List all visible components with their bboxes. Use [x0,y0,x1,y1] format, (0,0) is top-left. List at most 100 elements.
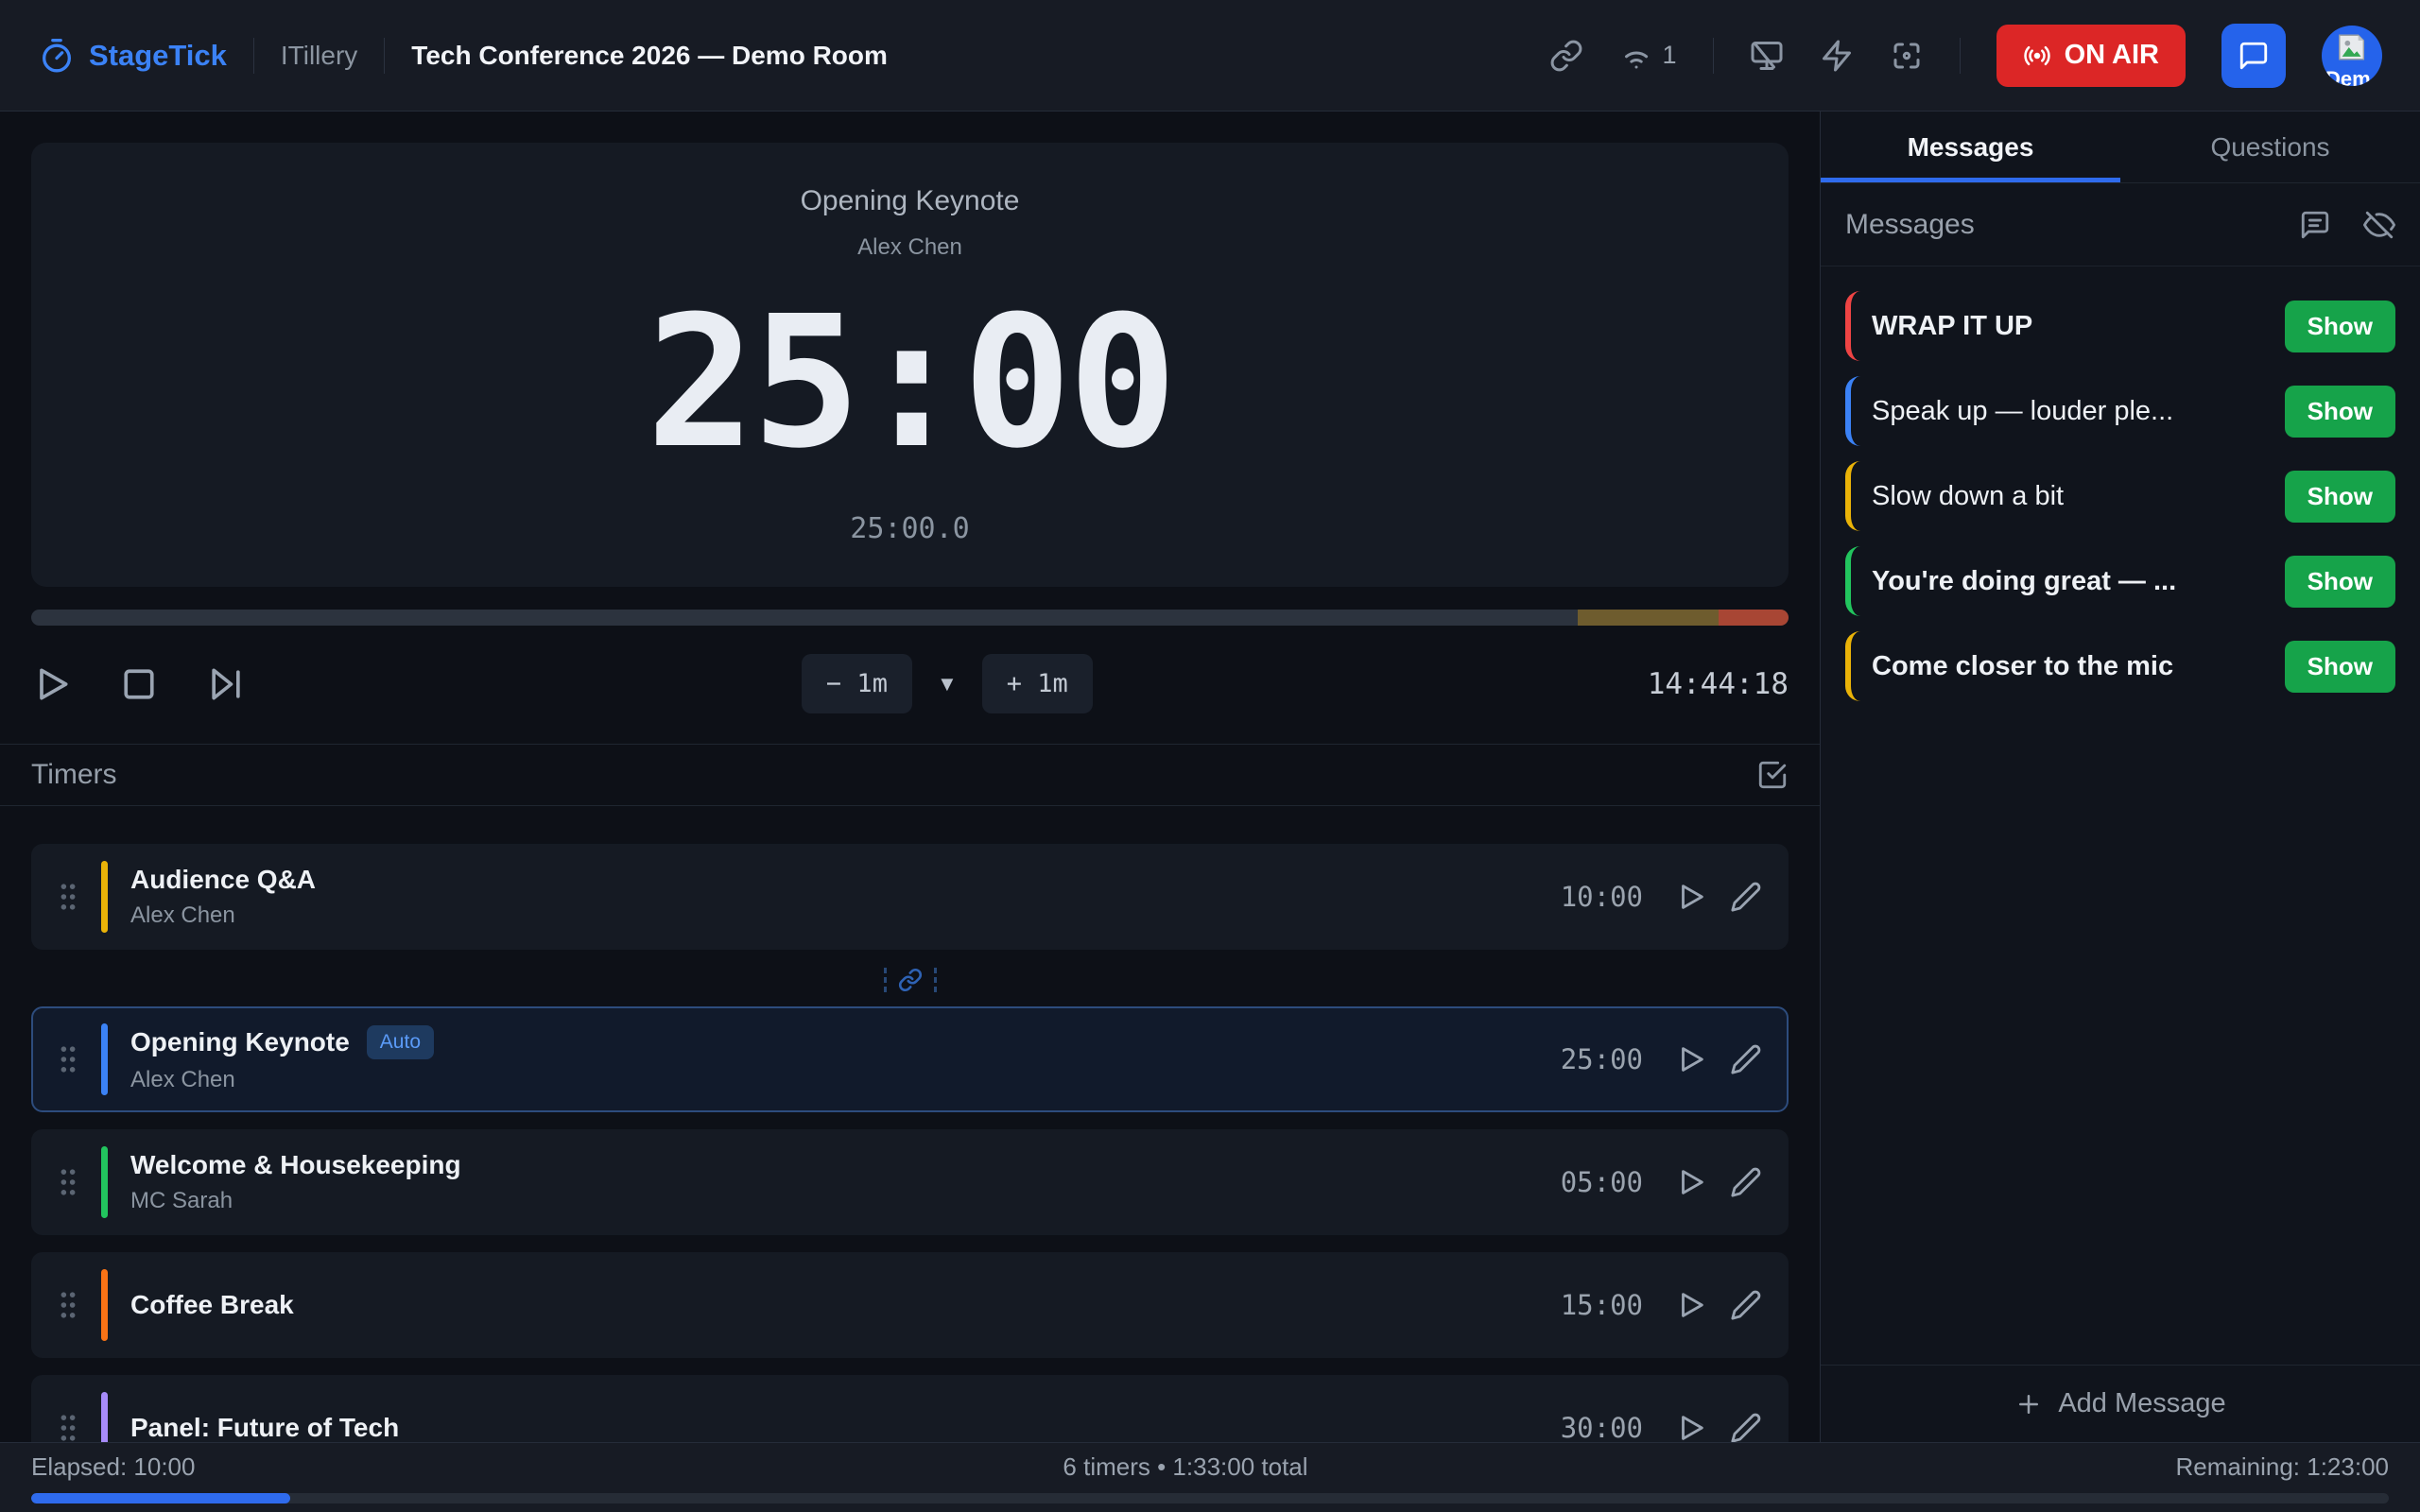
timer-play-button[interactable] [1675,1166,1707,1198]
chat-button[interactable] [2221,24,2286,88]
timer-list: Audience Q&A Alex Chen 10:00 Op [0,806,1820,1442]
message-list: WRAP IT UP Show Speak up — louder ple...… [1821,266,2420,716]
show-message-button[interactable]: Show [2285,641,2395,693]
app-name: StageTick [89,39,227,73]
add-message-label: Add Message [2058,1388,2225,1419]
timer-play-button[interactable] [1675,1043,1707,1075]
timer-info: Welcome & Housekeeping MC Sarah [130,1150,1538,1214]
tab-messages[interactable]: Messages [1821,112,2120,182]
timer-progress-bar [31,610,1789,626]
message-note-icon[interactable] [2299,209,2331,241]
timer-play-button[interactable] [1675,1289,1707,1321]
timer-edit-button[interactable] [1730,1166,1762,1198]
show-message-button[interactable]: Show [2285,301,2395,352]
chevron-down-icon[interactable]: ▼ [937,672,958,696]
transport-controls: − 1m ▼ + 1m 14:44:18 [31,654,1789,713]
broken-image-icon [2337,33,2369,61]
timer-color-bar [101,1392,108,1442]
drag-handle-icon[interactable] [58,881,78,913]
room-title: Tech Conference 2026 — Demo Room [411,41,888,71]
play-icon [1675,881,1707,913]
timer-duration: 25:00 [1561,1043,1643,1075]
timer-duration: 30:00 [1561,1412,1643,1442]
timer-info: Panel: Future of Tech [130,1413,1538,1442]
plus-1m-button[interactable]: + 1m [982,654,1093,713]
avatar[interactable]: Dem [2322,26,2382,86]
messages-sidebar: Messages Questions Messages [1820,112,2420,1442]
timer-speaker: Alex Chen [130,902,1538,929]
play-button[interactable] [31,663,73,705]
pencil-icon [1730,1043,1762,1075]
select-timers-icon[interactable] [1756,759,1789,791]
message-item: Slow down a bit Show [1845,461,2395,531]
timer-edit-button[interactable] [1730,881,1762,913]
brand: StageTick [38,37,227,75]
active-timer-countdown: 25:00 [647,293,1174,474]
connection-status[interactable]: 1 [1619,39,1677,73]
timer-play-button[interactable] [1675,881,1707,913]
tab-questions[interactable]: Questions [2120,112,2420,182]
timer-info: Opening Keynote Auto Alex Chen [130,1025,1538,1093]
stop-button[interactable] [118,663,160,705]
chat-icon [2238,40,2270,72]
top-bar: StageTick ITillery Tech Conference 2026 … [0,0,2420,112]
timer-link-indicator[interactable] [31,961,1789,999]
chain-link-icon [898,968,923,992]
skip-next-button[interactable] [205,663,247,705]
timer-color-bar [101,1269,108,1341]
on-air-button[interactable]: ON AIR [1996,25,2186,87]
message-item: WRAP IT UP Show [1845,291,2395,361]
message-item: You're doing great — ... Show [1845,546,2395,616]
timer-duration: 05:00 [1561,1166,1643,1198]
timer-title: Audience Q&A [130,865,316,895]
show-message-button[interactable]: Show [2285,556,2395,608]
remaining-label: Remaining: 1:23:00 [2176,1452,2389,1482]
bolt-icon[interactable] [1820,39,1854,73]
focus-icon[interactable] [1890,39,1924,73]
drag-handle-icon[interactable] [58,1289,78,1321]
elapsed-label: Elapsed: 10:00 [31,1452,195,1482]
stopwatch-logo-icon [38,37,76,75]
message-text: Speak up — louder ple... [1872,396,2270,427]
drag-handle-icon[interactable] [58,1412,78,1442]
timer-speaker: MC Sarah [130,1188,1538,1214]
timer-row[interactable]: Opening Keynote Auto Alex Chen 25:00 [31,1006,1789,1112]
pencil-icon [1730,1166,1762,1198]
display-off-icon[interactable] [1750,39,1784,73]
messages-panel-title: Messages [1845,209,2299,241]
timer-edit-button[interactable] [1730,1289,1762,1321]
active-tab-underline [1821,178,2120,182]
show-message-button[interactable]: Show [2285,386,2395,438]
active-timer-card: Opening Keynote Alex Chen 25:00 25:00.0 [31,143,1789,587]
play-icon [1675,1166,1707,1198]
play-icon [1675,1289,1707,1321]
timer-title: Coffee Break [130,1290,294,1320]
top-icon-group: 1 ON AIR [1549,24,2382,88]
drag-handle-icon[interactable] [58,1166,78,1198]
timer-title: Opening Keynote [130,1027,350,1057]
play-icon [1675,1412,1707,1442]
drag-handle-icon[interactable] [58,1043,78,1075]
timer-row[interactable]: Coffee Break 15:00 [31,1252,1789,1358]
danger-zone [1719,610,1789,626]
footer-bar: Elapsed: 10:00 6 timers • 1:33:00 total … [0,1442,2420,1512]
wifi-count: 1 [1663,41,1677,70]
timer-row[interactable]: Panel: Future of Tech 30:00 [31,1375,1789,1442]
broadcast-icon [2023,42,2051,70]
timer-row[interactable]: Audience Q&A Alex Chen 10:00 [31,844,1789,950]
timer-edit-button[interactable] [1730,1412,1762,1442]
timer-title: Welcome & Housekeeping [130,1150,461,1180]
timer-row[interactable]: Welcome & Housekeeping MC Sarah 05:00 [31,1129,1789,1235]
main-column: Opening Keynote Alex Chen 25:00 25:00.0 [0,112,1820,1442]
eye-off-icon[interactable] [2363,209,2395,241]
message-text: WRAP IT UP [1872,311,2270,342]
timer-edit-button[interactable] [1730,1043,1762,1075]
timer-play-button[interactable] [1675,1412,1707,1442]
link-icon[interactable] [1549,39,1583,73]
minus-1m-button[interactable]: − 1m [802,654,912,713]
pencil-icon [1730,1412,1762,1442]
message-text: Slow down a bit [1872,481,2270,512]
show-message-button[interactable]: Show [2285,471,2395,523]
timer-title: Panel: Future of Tech [130,1413,399,1442]
add-message-button[interactable]: Add Message [1821,1365,2420,1442]
